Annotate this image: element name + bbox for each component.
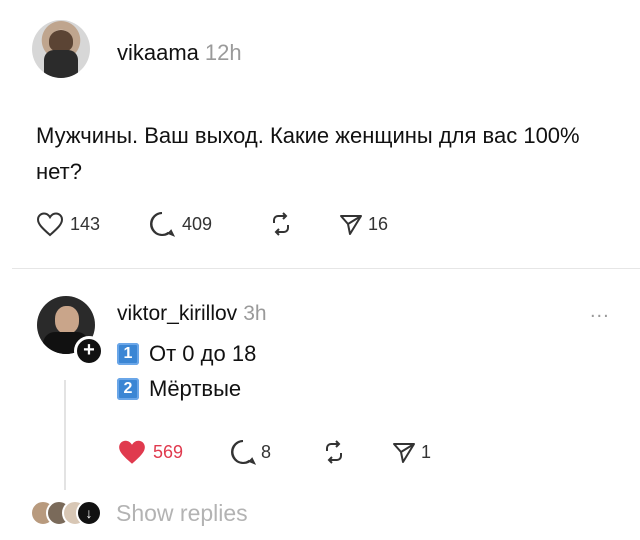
repost-button[interactable] [321, 439, 391, 465]
repost-icon [326, 440, 342, 464]
post-header: vikaama 12h [117, 40, 242, 66]
repost-button[interactable] [268, 211, 338, 237]
post-actions: 143 409 16 [36, 210, 388, 238]
avatar-vikaama[interactable] [32, 20, 90, 78]
like-count: 143 [70, 213, 101, 234]
thread-line [64, 380, 66, 490]
comment-count: 8 [261, 441, 272, 462]
timestamp: 12h [204, 40, 242, 65]
heart-icon [36, 212, 64, 237]
comment-button[interactable]: 409 [148, 210, 268, 238]
show-replies-link[interactable]: Show replies [116, 500, 248, 527]
username[interactable]: vikaama [117, 40, 199, 65]
reply-text-1: От 0 до 18 [149, 341, 257, 366]
more-icon[interactable]: ... [590, 300, 610, 323]
avatar-face [55, 306, 79, 334]
reply-line-2: 2 Мёртвые [117, 376, 241, 402]
comment-icon [231, 440, 257, 465]
send-icon [340, 215, 362, 235]
reply-actions: 569 8 1 [117, 438, 431, 466]
timestamp: 3h [243, 302, 267, 325]
share-count: 16 [368, 213, 389, 234]
post-text: Мужчины. Ваш выход. Какие женщины для ва… [36, 123, 580, 184]
comment-button[interactable]: 8 [229, 438, 321, 466]
heart-icon [119, 440, 145, 464]
keycap-2-emoji: 2 [117, 378, 139, 400]
send-icon [393, 443, 415, 463]
send-button[interactable]: 1 [391, 439, 431, 465]
reply-text-2: Мёртвые [149, 376, 242, 401]
send-button[interactable]: 16 [338, 211, 388, 237]
keycap-1-emoji: 1 [117, 343, 139, 365]
comment-count: 409 [182, 213, 213, 234]
divider [12, 268, 640, 269]
comment-icon [150, 212, 176, 237]
avatar-body [44, 50, 78, 78]
arrow-down-icon: ↓ [76, 500, 102, 526]
post-header: viktor_kirillov 3h [117, 302, 267, 326]
reply-line-1: 1 От 0 до 18 [117, 341, 256, 367]
username[interactable]: viktor_kirillov [117, 302, 237, 325]
like-button[interactable]: 143 [36, 211, 148, 237]
avatar-hair [49, 30, 73, 52]
like-count: 569 [153, 441, 184, 462]
follow-plus-icon[interactable]: + [74, 336, 104, 366]
share-count: 1 [421, 441, 432, 462]
repost-icon [273, 212, 289, 236]
like-button[interactable]: 569 [117, 438, 229, 466]
